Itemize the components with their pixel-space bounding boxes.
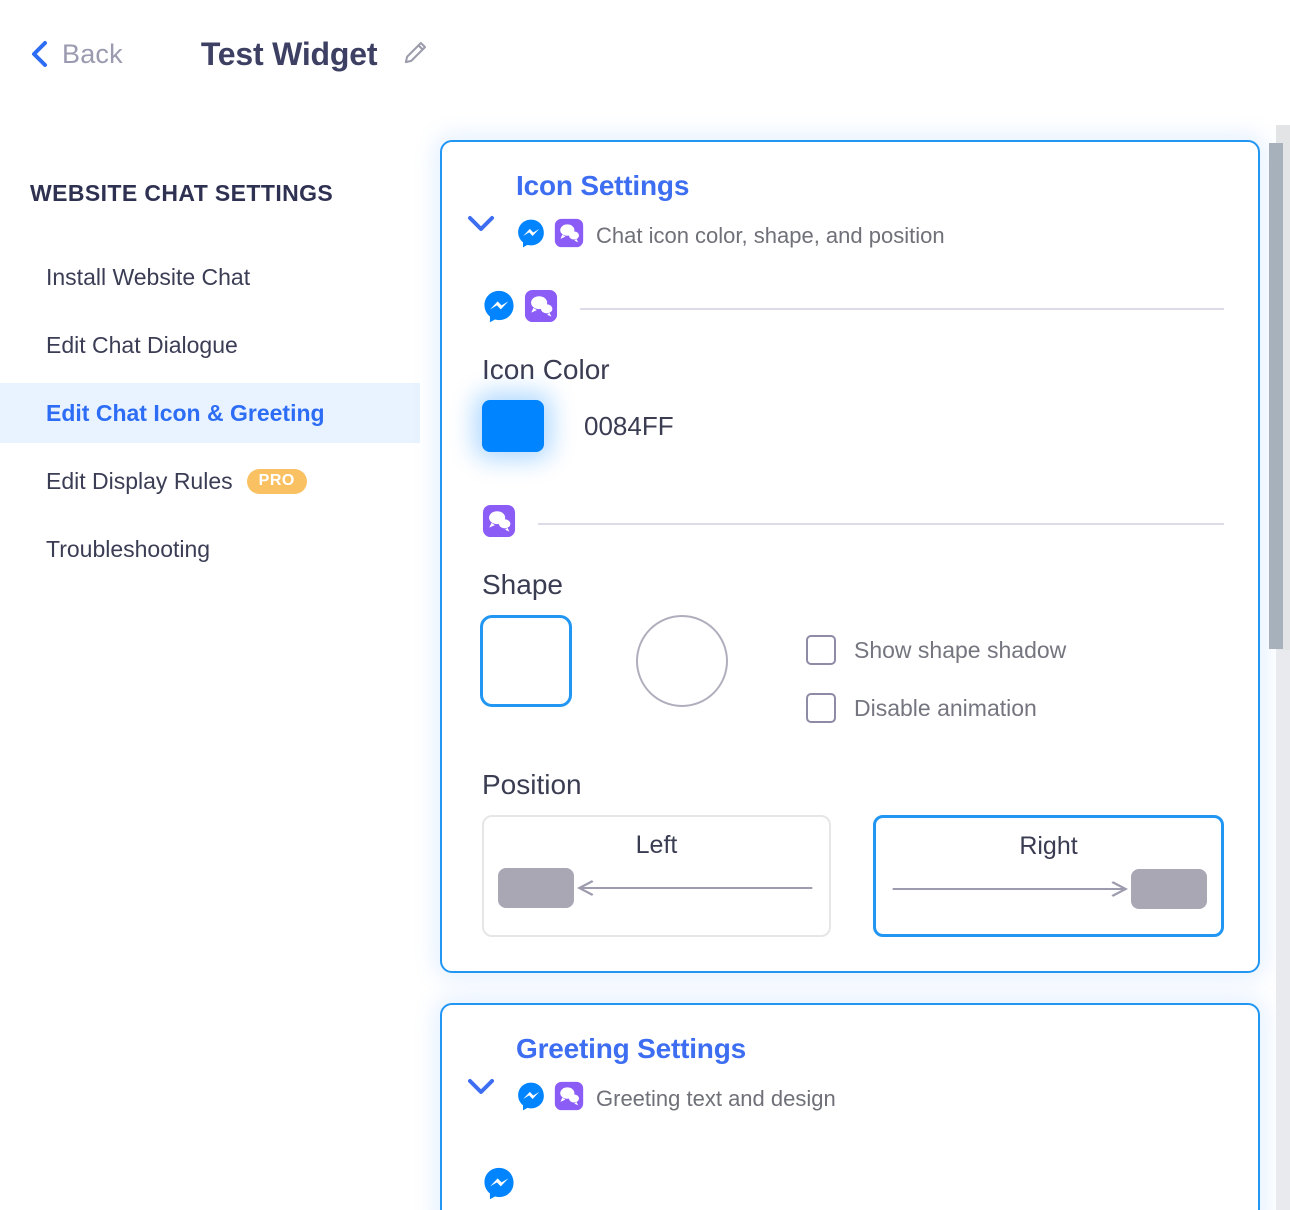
- page-header: Back Test Widget: [0, 0, 1290, 108]
- sidebar-item-edit-display-rules[interactable]: Edit Display Rules PRO: [0, 451, 420, 511]
- position-option-label: Right: [1019, 832, 1078, 860]
- page-scrollbar-track[interactable]: [1269, 0, 1283, 1210]
- sidebar-item-install-website-chat[interactable]: Install Website Chat: [0, 247, 420, 307]
- greeting-settings-header[interactable]: Greeting Settings Greeting text and desi…: [442, 1005, 1258, 1140]
- sidebar-item-label: Install Website Chat: [46, 263, 251, 290]
- messenger-icon: [482, 289, 516, 328]
- position-option-right[interactable]: Right: [873, 815, 1224, 937]
- icon-settings-title: Icon Settings: [516, 170, 690, 201]
- icon-color-swatch[interactable]: [482, 400, 544, 452]
- chat-bubble-icon: [524, 289, 558, 328]
- greeting-channel-icons-peek: [442, 1166, 1258, 1205]
- sidebar-title: WEBSITE CHAT SETTINGS: [30, 180, 334, 206]
- position-label: Position: [482, 769, 582, 800]
- arrow-right-icon: [892, 881, 1128, 897]
- position-options-row: Left Right: [442, 815, 1258, 937]
- position-option-left[interactable]: Left: [482, 815, 831, 937]
- sidebar-item-troubleshooting[interactable]: Troubleshooting: [0, 519, 420, 579]
- shape-option-circle[interactable]: [636, 615, 728, 707]
- shape-label: Shape: [482, 569, 563, 600]
- checkbox-box[interactable]: [806, 693, 836, 723]
- page-title: Test Widget: [200, 35, 378, 72]
- icon-settings-header[interactable]: Icon Settings Chat icon color, shape, an…: [442, 142, 1258, 277]
- page-scrollbar-thumb[interactable]: [1269, 143, 1283, 649]
- checkbox-label: Show shape shadow: [854, 636, 1067, 663]
- divider: [580, 307, 1224, 310]
- sidebar-item-label: Troubleshooting: [46, 535, 211, 562]
- messenger-icon: [516, 218, 546, 253]
- position-preview-block: [498, 868, 574, 908]
- chat-bubble-icon: [554, 218, 584, 253]
- icon-color-hex-value: 0084FF: [584, 410, 674, 441]
- app-root: Back Test Widget WEBSITE CHAT SETTINGS I…: [0, 0, 1290, 1210]
- shape-options-row: Show shape shadow Disable animation: [442, 615, 1258, 737]
- icon-color-row: 0084FF: [442, 400, 1258, 452]
- checkbox-box[interactable]: [806, 635, 836, 665]
- greeting-settings-subtitle-row: Greeting text and design: [516, 1081, 836, 1116]
- chevron-down-icon[interactable]: [460, 1033, 502, 1112]
- back-label: Back: [62, 38, 123, 69]
- checkbox-label: Disable animation: [854, 694, 1037, 721]
- chat-bubble-icon: [482, 504, 516, 543]
- chevron-down-icon[interactable]: [460, 170, 502, 249]
- back-button[interactable]: Back: [28, 39, 123, 70]
- chat-bubble-icon: [554, 1081, 584, 1116]
- messenger-icon: [482, 1166, 516, 1205]
- pro-badge: PRO: [246, 468, 307, 494]
- checkbox-disable-animation[interactable]: Disable animation: [806, 679, 1066, 737]
- sidebar-item-edit-chat-icon-greeting[interactable]: Edit Chat Icon & Greeting: [0, 383, 420, 443]
- icon-settings-card: Icon Settings Chat icon color, shape, an…: [440, 140, 1260, 973]
- settings-panel: Icon Settings Chat icon color, shape, an…: [440, 140, 1260, 1210]
- sidebar-item-label: Edit Chat Icon & Greeting: [46, 399, 325, 426]
- position-right-graphic: [876, 869, 1221, 909]
- messenger-icon: [516, 1081, 546, 1116]
- checkbox-show-shape-shadow[interactable]: Show shape shadow: [806, 621, 1066, 679]
- arrow-left-icon: [577, 880, 813, 896]
- sidebar-item-label: Edit Chat Dialogue: [46, 331, 238, 358]
- divider: [538, 522, 1224, 525]
- shape-checkbox-group: Show shape shadow Disable animation: [806, 621, 1066, 737]
- icon-settings-subtitle-row: Chat icon color, shape, and position: [516, 218, 945, 253]
- shape-option-square[interactable]: [480, 615, 572, 707]
- sidebar-item-label: Edit Display Rules: [46, 467, 233, 494]
- icon-color-divider-row: [442, 289, 1258, 328]
- sidebar-item-edit-chat-dialogue[interactable]: Edit Chat Dialogue: [0, 315, 420, 375]
- icon-settings-subtitle: Chat icon color, shape, and position: [596, 222, 945, 248]
- position-option-label: Left: [635, 831, 678, 859]
- sidebar: WEBSITE CHAT SETTINGS Install Website Ch…: [0, 180, 420, 579]
- greeting-settings-subtitle: Greeting text and design: [596, 1085, 836, 1111]
- position-preview-block: [1131, 869, 1207, 909]
- shape-divider-row: [442, 504, 1258, 543]
- icon-color-label: Icon Color: [482, 354, 610, 385]
- greeting-settings-title: Greeting Settings: [516, 1033, 746, 1064]
- chevron-left-icon: [28, 39, 50, 69]
- greeting-settings-card: Greeting Settings Greeting text and desi…: [440, 1003, 1260, 1210]
- pencil-icon[interactable]: [377, 39, 429, 69]
- position-left-graphic: [484, 868, 829, 908]
